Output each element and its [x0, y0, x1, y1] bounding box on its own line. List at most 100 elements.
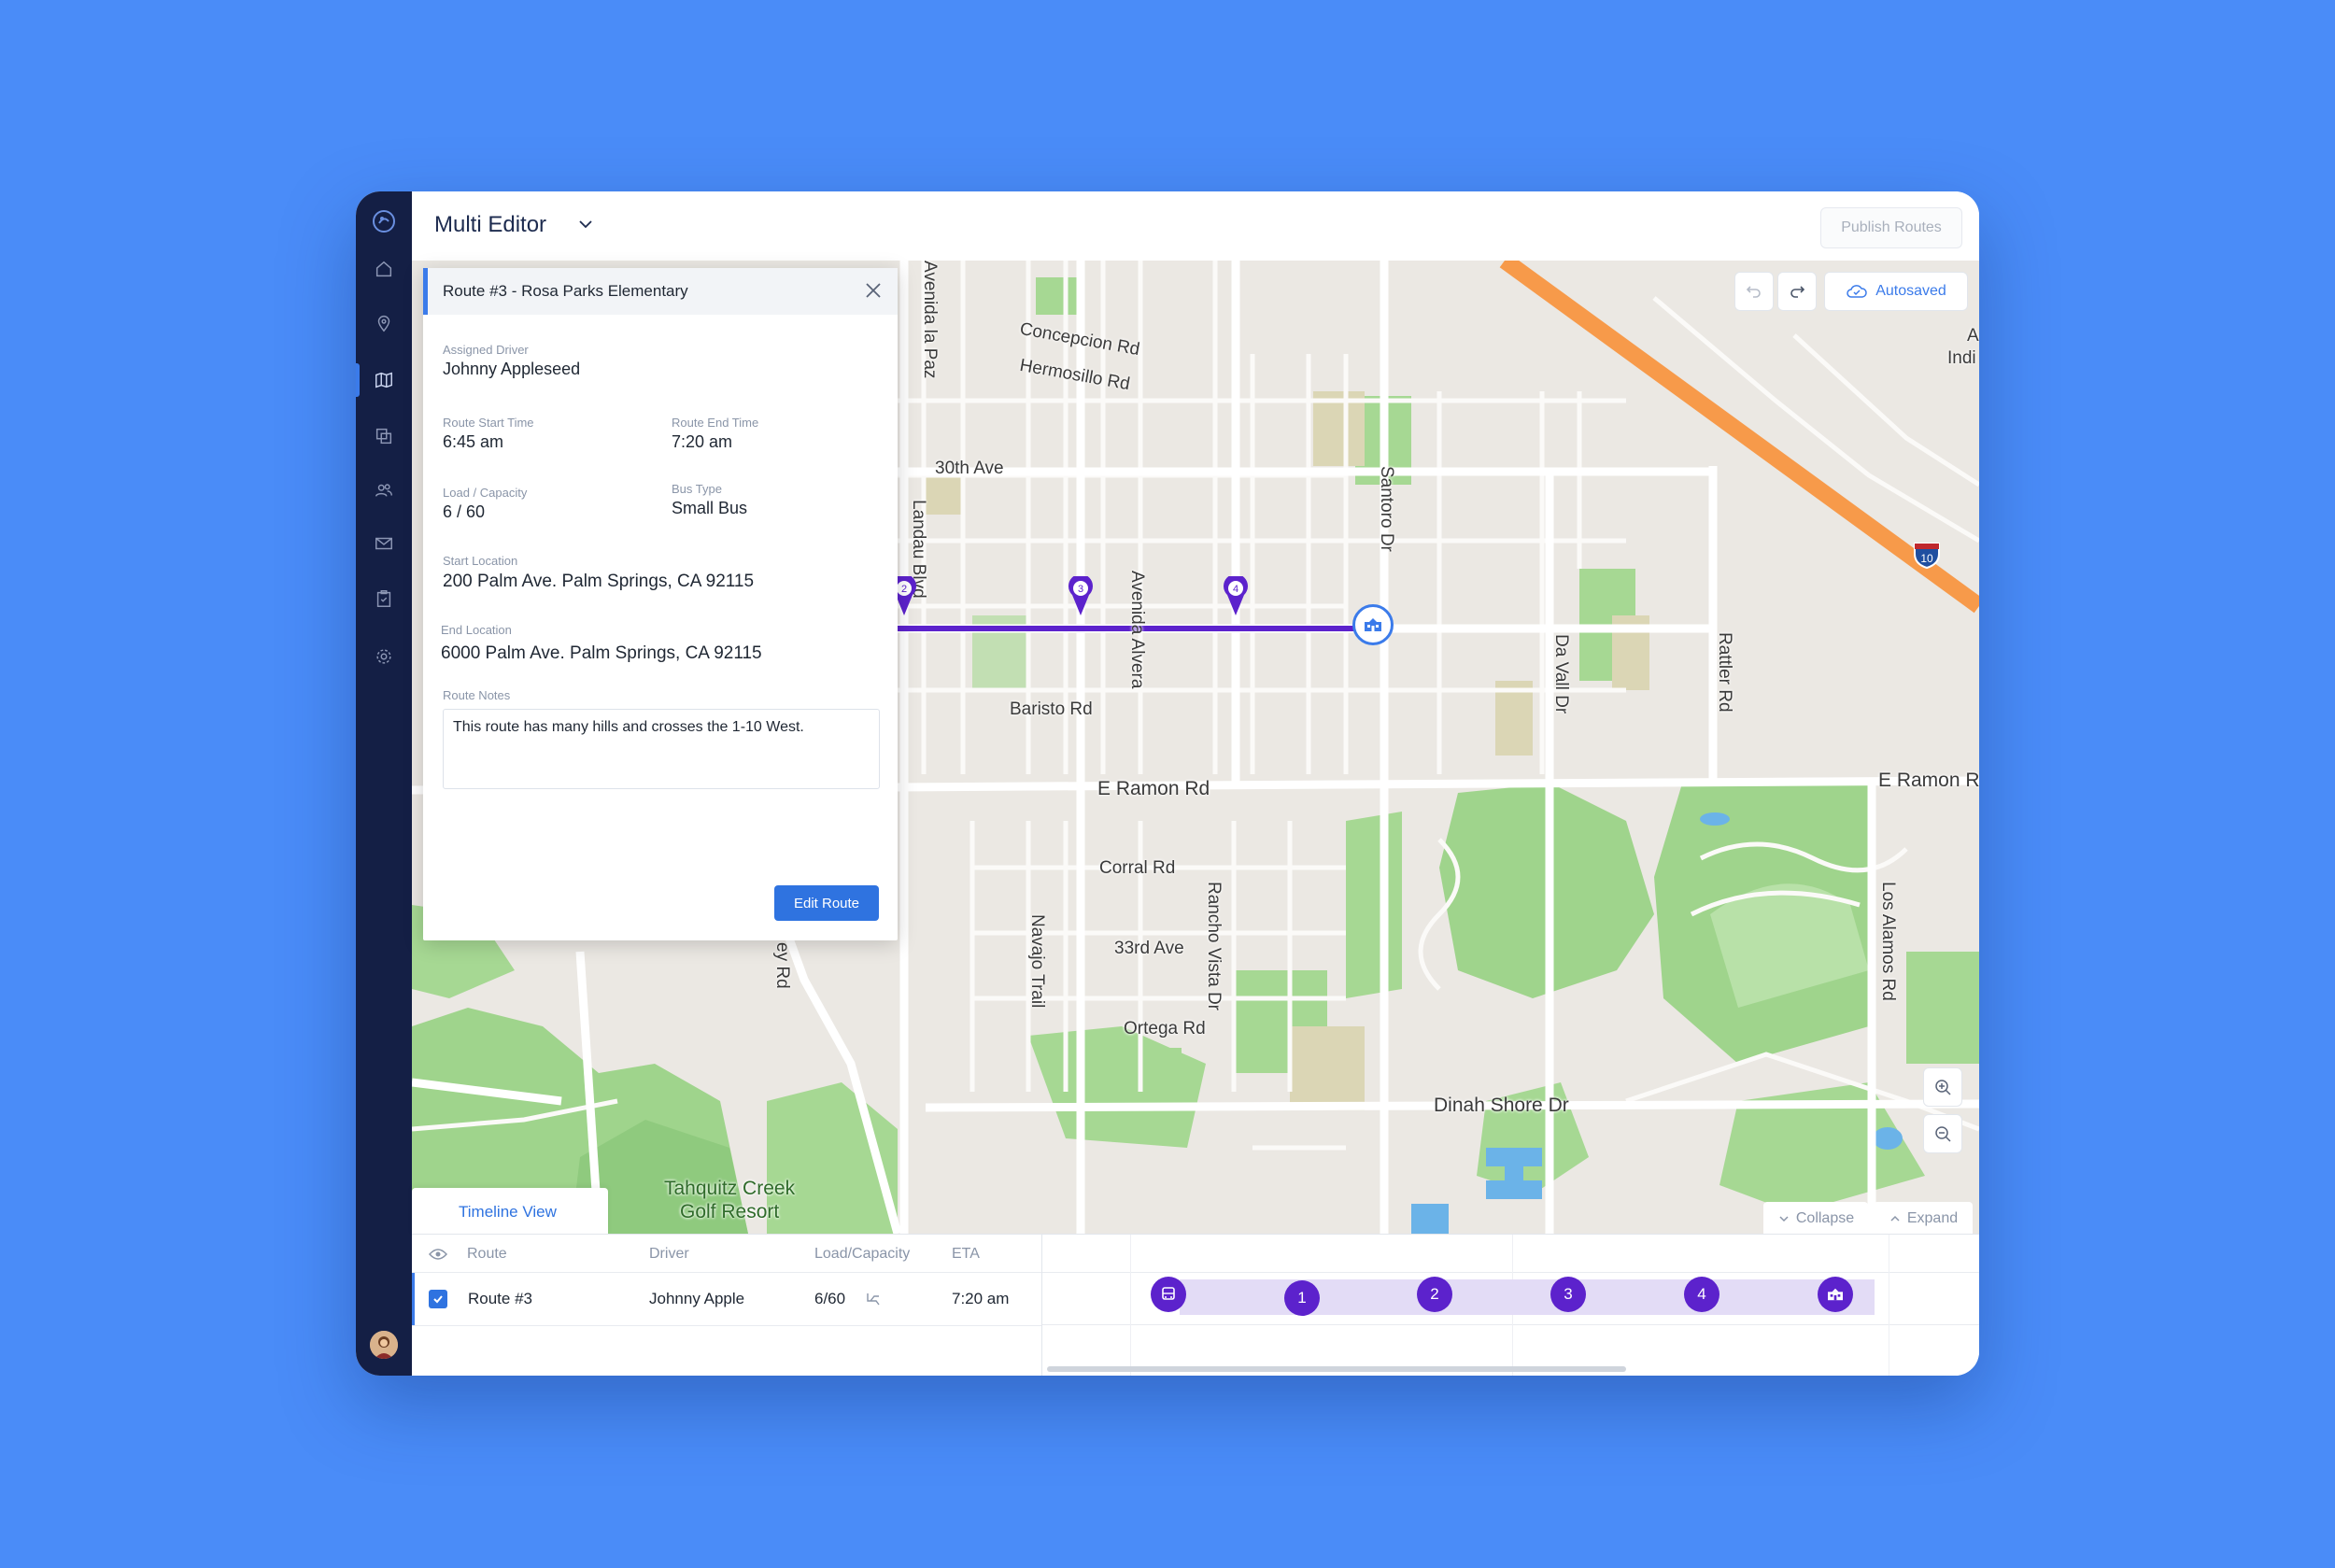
- avatar[interactable]: [370, 1331, 398, 1359]
- sidebar-item-locations[interactable]: [356, 301, 412, 346]
- timeline-scrollbar[interactable]: [1047, 1366, 1626, 1372]
- autosaved-label: Autosaved: [1875, 283, 1946, 299]
- sidebar: [356, 191, 412, 1376]
- timeline-stop[interactable]: 3: [1550, 1277, 1586, 1312]
- load-value: 6 / 60: [443, 502, 486, 521]
- school-icon: [1828, 1288, 1843, 1301]
- start-time-value: 6:45 am: [443, 432, 504, 451]
- header: Multi Editor Publish Routes: [412, 191, 1979, 261]
- app-window: Multi Editor Publish Routes Avenida la P…: [356, 191, 1979, 1376]
- autosaved-status: Autosaved: [1824, 272, 1968, 311]
- check-icon: [433, 1295, 443, 1304]
- timeline-stop[interactable]: 2: [1417, 1277, 1452, 1312]
- driver-cell: Johnny Apple: [649, 1290, 745, 1307]
- chevron-down-icon: [1779, 1216, 1789, 1222]
- column-header-driver[interactable]: Driver: [649, 1246, 689, 1263]
- location-pin-icon: [377, 316, 390, 332]
- svg-text:3: 3: [1078, 584, 1083, 595]
- undo-icon: [1746, 286, 1761, 298]
- bus-type-value: Small Bus: [672, 499, 748, 517]
- publish-routes-button[interactable]: Publish Routes: [1820, 207, 1962, 248]
- street-label: ey Rd: [772, 942, 792, 989]
- place-label: Tahquitz Creek: [664, 1178, 796, 1199]
- street-label: Baristo Rd: [1010, 699, 1093, 719]
- expand-button[interactable]: Expand: [1874, 1202, 1973, 1236]
- seat-icon: [867, 1293, 880, 1306]
- street-label: Rattler Rd: [1715, 632, 1734, 713]
- table-row[interactable]: Route #3 Johnny Apple 6/60 7:20 am: [412, 1272, 1041, 1326]
- street-label: Corral Rd: [1099, 858, 1176, 878]
- sidebar-item-users[interactable]: [356, 468, 412, 513]
- svg-text:4: 4: [1233, 584, 1238, 595]
- start-location-label: Start Location: [443, 554, 518, 568]
- route-notes-textarea[interactable]: This route has many hills and crosses th…: [443, 709, 880, 789]
- tab-label: Timeline View: [459, 1203, 557, 1221]
- timeline-track[interactable]: 1 2 3 4: [1042, 1235, 1979, 1376]
- street-label: Los Alamos Rd: [1878, 882, 1898, 1001]
- route-detail-panel: Route #3 - Rosa Parks Elementary Assigne…: [423, 268, 898, 940]
- street-label: Da Vall Dr: [1551, 634, 1571, 714]
- chevron-up-icon: [1890, 1215, 1900, 1222]
- zoom-in-button[interactable]: [1923, 1067, 1962, 1107]
- sidebar-item-tasks[interactable]: [356, 576, 412, 621]
- collapse-label: Collapse: [1795, 1210, 1855, 1226]
- logo-icon[interactable]: [369, 206, 399, 236]
- street-label: Avenida la Paz: [920, 261, 940, 379]
- column-header-eta[interactable]: ETA: [952, 1246, 980, 1263]
- interstate-shield-icon: 10: [1912, 541, 1942, 570]
- svg-text:2: 2: [901, 584, 907, 595]
- undo-button[interactable]: [1734, 272, 1774, 311]
- street-label: Ortega Rd: [1124, 1019, 1206, 1038]
- clipboard-check-icon: [376, 590, 391, 607]
- place-label: Indi: [1947, 348, 1976, 368]
- sidebar-item-messages[interactable]: [356, 521, 412, 566]
- redo-icon: [1790, 286, 1805, 298]
- edit-route-button[interactable]: Edit Route: [774, 885, 879, 921]
- tab-timeline-view[interactable]: Timeline View: [412, 1188, 608, 1235]
- timeline-stop[interactable]: 4: [1684, 1277, 1719, 1312]
- zoom-out-icon: [1935, 1126, 1951, 1142]
- route-stop-pin[interactable]: 3: [1068, 573, 1093, 615]
- street-label: Dinah Shore Dr: [1434, 1095, 1569, 1116]
- street-label: 33rd Ave: [1114, 939, 1184, 958]
- mail-icon: [375, 537, 392, 550]
- route-stop-pin[interactable]: 4: [1224, 573, 1248, 615]
- cloud-check-icon: [1847, 285, 1867, 298]
- start-time-label: Route Start Time: [443, 416, 534, 430]
- place-label: Golf Resort: [680, 1201, 780, 1222]
- layers-icon: [375, 428, 392, 445]
- bus-type-label: Bus Type: [672, 482, 722, 496]
- timeline-stop[interactable]: 1: [1284, 1280, 1320, 1316]
- chevron-down-icon[interactable]: [575, 214, 596, 234]
- sidebar-item-settings[interactable]: [356, 634, 412, 679]
- street-label: Avenida Alvera: [1127, 571, 1147, 689]
- assigned-driver-label: Assigned Driver: [443, 343, 529, 357]
- school-end-marker[interactable]: [1818, 1277, 1853, 1312]
- timeline-panel: Route Driver Load/Capacity ETA Route #3 …: [412, 1234, 1979, 1376]
- end-location-value: 6000 Palm Ave. Palm Springs, CA 92115: [441, 643, 762, 663]
- close-icon[interactable]: [862, 279, 884, 302]
- sidebar-item-map[interactable]: [356, 358, 412, 403]
- column-header-load[interactable]: Load/Capacity: [814, 1246, 910, 1263]
- panel-title: Route #3 - Rosa Parks Elementary: [443, 282, 688, 300]
- redo-button[interactable]: [1777, 272, 1817, 311]
- collapse-button[interactable]: Collapse: [1763, 1202, 1868, 1236]
- expand-label: Expand: [1906, 1210, 1959, 1226]
- eye-icon[interactable]: [429, 1248, 447, 1261]
- school-marker[interactable]: [1352, 604, 1394, 645]
- street-label: Navajo Trail: [1027, 914, 1047, 1009]
- sidebar-item-home[interactable]: [356, 247, 412, 291]
- row-checkbox[interactable]: [429, 1290, 447, 1308]
- assigned-driver-value: Johnny Appleseed: [443, 360, 581, 378]
- route-cell: Route #3: [468, 1290, 532, 1307]
- zoom-out-button[interactable]: [1923, 1114, 1962, 1153]
- column-header-route[interactable]: Route: [467, 1246, 507, 1263]
- page-title: Multi Editor: [434, 212, 547, 237]
- place-label: A: [1967, 326, 1979, 346]
- route-table: Route Driver Load/Capacity ETA Route #3 …: [412, 1235, 1042, 1376]
- home-icon: [375, 261, 392, 277]
- school-icon: [1365, 618, 1381, 631]
- sidebar-item-layers[interactable]: [356, 414, 412, 459]
- bus-start-marker[interactable]: [1151, 1277, 1186, 1312]
- street-label: E Ramon Rd: [1878, 770, 1979, 791]
